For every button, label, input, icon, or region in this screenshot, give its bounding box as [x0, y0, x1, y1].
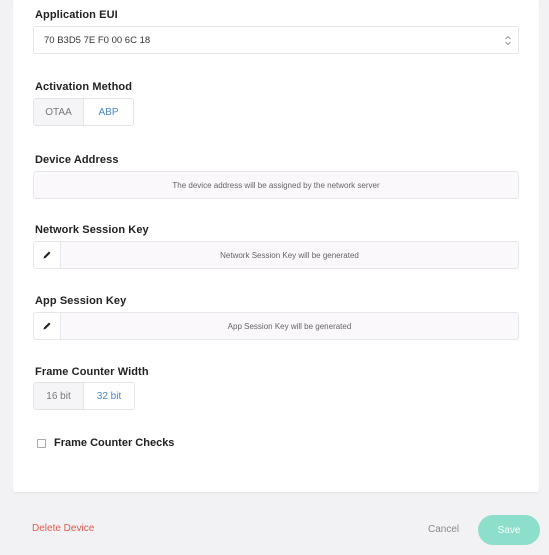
app-session-key-text: App Session Key will be generated — [227, 321, 352, 331]
app-session-key-edit-button[interactable] — [34, 313, 61, 339]
frame-width-option-32bit[interactable]: 32 bit — [84, 383, 134, 409]
frame-counter-width-label: Frame Counter Width — [35, 366, 149, 378]
application-eui-select[interactable]: 70 B3D5 7E F0 00 6C 18 — [33, 26, 519, 54]
frame-counter-checks-row: Frame Counter Checks — [37, 437, 174, 449]
application-eui-label: Application EUI — [35, 9, 118, 21]
pencil-icon — [43, 322, 51, 330]
application-eui-value: 70 B3D5 7E F0 00 6C 18 — [44, 34, 151, 46]
activation-method-label: Activation Method — [35, 81, 133, 93]
frame-counter-checks-checkbox[interactable] — [37, 438, 46, 448]
delete-device-link[interactable]: Delete Device — [32, 523, 94, 534]
app-session-key-field: App Session Key will be generated — [33, 312, 519, 340]
activation-option-abp[interactable]: ABP — [84, 99, 133, 125]
chevron-updown-icon — [505, 35, 511, 46]
pencil-icon — [43, 251, 51, 259]
save-button[interactable]: Save — [478, 515, 540, 545]
device-address-label: Device Address — [35, 154, 119, 166]
network-session-key-text: Network Session Key will be generated — [220, 250, 359, 260]
network-session-key-label: Network Session Key — [35, 224, 149, 236]
frame-counter-checks-label: Frame Counter Checks — [54, 437, 175, 449]
device-address-field: The device address will be assigned by t… — [33, 171, 519, 199]
device-address-text: The device address will be assigned by t… — [172, 180, 380, 190]
frame-width-option-16bit[interactable]: 16 bit — [34, 383, 85, 409]
network-session-key-edit-button[interactable] — [34, 242, 61, 268]
activation-method-toggle: OTAA ABP — [33, 98, 134, 126]
frame-counter-width-toggle: 16 bit 32 bit — [33, 382, 135, 410]
app-session-key-label: App Session Key — [35, 295, 127, 307]
network-session-key-field: Network Session Key will be generated — [33, 241, 519, 269]
activation-option-otaa[interactable]: OTAA — [34, 99, 84, 125]
cancel-button[interactable]: Cancel — [428, 524, 459, 535]
